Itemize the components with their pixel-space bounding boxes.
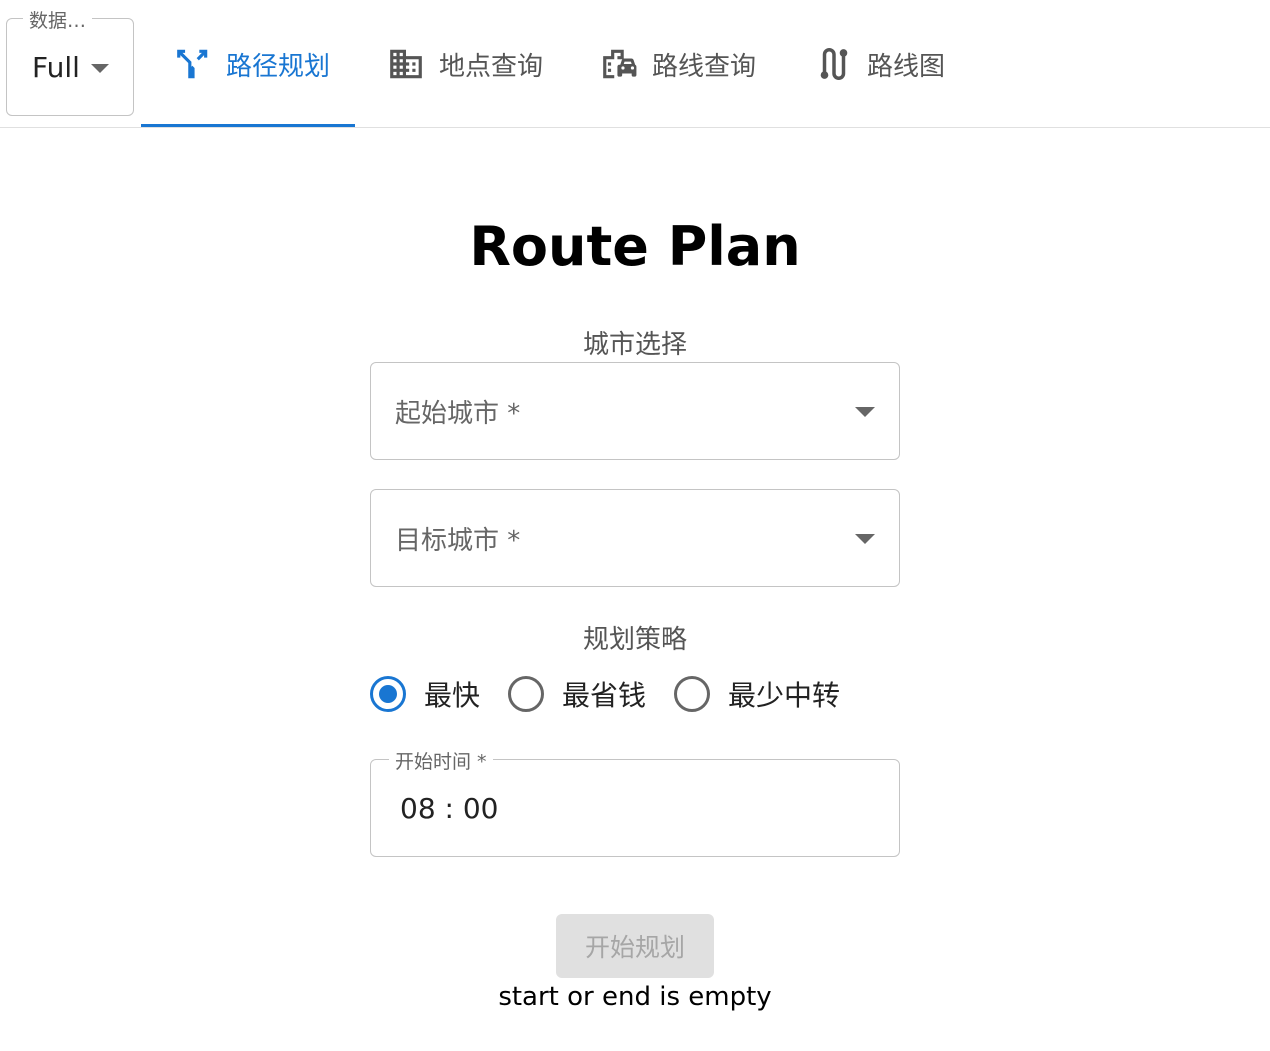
tab-line-query[interactable]: 路线查询	[600, 0, 756, 128]
caret-down-icon	[855, 407, 875, 417]
start-planning-button[interactable]: 开始规划	[556, 914, 714, 978]
start-city-select[interactable]: 起始城市 *	[370, 362, 900, 460]
tab-route-map[interactable]: 路线图	[815, 0, 945, 128]
tab-line-query-label: 路线查询	[652, 51, 757, 82]
radio-checked-icon	[370, 676, 406, 712]
active-tab-indicator	[141, 124, 355, 127]
strategy-option-label: 最省钱	[562, 679, 647, 712]
strategy-radio-group: 最快 最省钱 最少中转	[370, 672, 868, 716]
caret-down-icon	[91, 64, 109, 73]
strategy-option-label: 最快	[424, 679, 481, 712]
strategy-option-fastest[interactable]: 最快	[370, 674, 480, 714]
strategy-option-cheapest[interactable]: 最省钱	[508, 674, 646, 714]
building-icon	[390, 49, 422, 79]
tab-place-query[interactable]: 地点查询	[387, 0, 543, 128]
target-city-select[interactable]: 目标城市 *	[370, 489, 900, 587]
strategy-section-label: 规划策略	[582, 625, 687, 655]
city-section-label: 城市选择	[582, 330, 687, 360]
dataset-select[interactable]: 数据… Full	[6, 6, 134, 116]
page-title: Route Plan	[469, 215, 801, 278]
tab-route-map-label: 路线图	[867, 51, 946, 82]
strategy-option-fewest-transfers[interactable]: 最少中转	[674, 674, 840, 714]
city-car-icon	[603, 49, 637, 79]
start-time-label: 开始时间 *	[389, 747, 493, 774]
dataset-select-label: 数据…	[23, 6, 93, 33]
tab-route-plan[interactable]: 路径规划	[174, 0, 330, 128]
caret-down-icon	[855, 534, 875, 544]
tab-route-plan-label: 路径规划	[226, 51, 331, 82]
route-icon	[820, 48, 848, 80]
top-nav-bar: 数据… Full 路径规划 地点查询 路线查询 路线图	[0, 0, 1270, 128]
status-message: start or end is empty	[498, 982, 772, 1012]
start-time-field[interactable]: 开始时间 * 08 : 00	[370, 747, 900, 857]
strategy-option-label: 最少中转	[728, 679, 841, 712]
fork-arrows-icon	[177, 49, 208, 79]
dataset-select-value: Full	[32, 51, 80, 84]
start-city-label: 起始城市 *	[395, 399, 521, 429]
radio-unchecked-icon	[674, 676, 711, 712]
tab-place-query-label: 地点查询	[439, 51, 544, 82]
radio-unchecked-icon	[508, 676, 545, 712]
start-time-value[interactable]: 08 : 00	[400, 792, 499, 825]
app-root: 数据… Full 路径规划 地点查询 路线查询 路线图 Route Plan 城…	[0, 0, 1270, 1051]
target-city-label: 目标城市 *	[395, 526, 521, 556]
